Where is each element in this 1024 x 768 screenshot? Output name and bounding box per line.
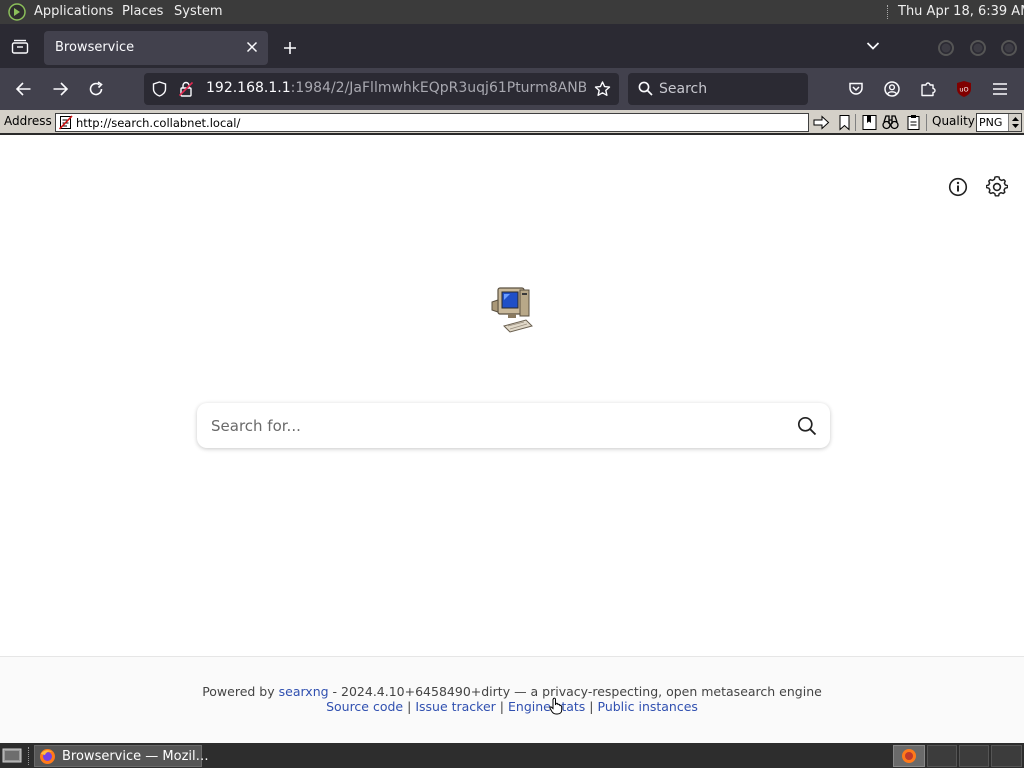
account-icon[interactable] bbox=[884, 81, 900, 97]
find-binoculars-icon[interactable] bbox=[881, 113, 900, 132]
searxng-link[interactable]: searxng bbox=[279, 684, 329, 699]
reload-icon[interactable] bbox=[88, 81, 104, 97]
issue-tracker-link[interactable]: Issue tracker bbox=[415, 699, 496, 714]
tab-list-icon[interactable] bbox=[11, 39, 29, 55]
tab-title: Browservice bbox=[55, 40, 135, 55]
quality-selector[interactable]: PNG bbox=[976, 113, 1022, 132]
bookmark-star-icon[interactable] bbox=[594, 81, 611, 97]
searxng-computer-logo bbox=[490, 284, 534, 336]
clipboard-icon[interactable] bbox=[904, 113, 923, 132]
url-bar[interactable]: 192.168.1.1:1984/2/JaFllmwhkEQpR3uqj61Pt… bbox=[144, 73, 619, 105]
toolbar-separator bbox=[855, 114, 856, 131]
info-icon[interactable] bbox=[948, 177, 968, 197]
menu-places[interactable]: Places bbox=[122, 4, 163, 19]
version-text: - 2024.4.10+6458490+dirty — a privacy-re… bbox=[332, 684, 822, 699]
address-label: Address bbox=[4, 114, 52, 128]
public-instances-link[interactable]: Public instances bbox=[598, 699, 698, 714]
panel-separator bbox=[887, 5, 891, 19]
maximize-window-icon[interactable] bbox=[969, 39, 987, 57]
clock[interactable]: Thu Apr 18, 6:39 AM bbox=[898, 4, 1024, 19]
ublock-label: uO bbox=[959, 86, 968, 94]
quality-label: Quality bbox=[932, 114, 975, 128]
quality-value: PNG bbox=[979, 116, 1003, 129]
page-footer: Powered by searxng - 2024.4.10+6458490+d… bbox=[0, 656, 1024, 743]
pocket-icon[interactable] bbox=[848, 81, 864, 97]
powered-by-text: Powered by bbox=[202, 684, 275, 699]
footer-separator: | bbox=[499, 699, 505, 714]
engine-stats-link[interactable]: Engine stats bbox=[508, 699, 585, 714]
footer-separator: | bbox=[407, 699, 412, 714]
menu-applications[interactable]: Applications bbox=[34, 4, 113, 19]
browservice-address-field[interactable]: http://search.collabnet.local/ bbox=[55, 113, 809, 132]
ublock-origin-icon[interactable]: uO bbox=[956, 80, 972, 98]
firefox-icon bbox=[39, 748, 56, 765]
footer-separator: | bbox=[589, 699, 594, 714]
workspace-2[interactable] bbox=[927, 745, 957, 767]
insecure-page-icon bbox=[59, 115, 73, 130]
taskbar-window-firefox[interactable]: Browservice — Mozil… bbox=[34, 745, 209, 767]
preferences-gear-icon[interactable] bbox=[986, 176, 1008, 198]
bookmark-icon[interactable] bbox=[835, 113, 854, 132]
search-bar bbox=[197, 403, 830, 448]
close-window-icon[interactable] bbox=[1000, 39, 1018, 57]
tab-browservice[interactable]: Browservice bbox=[44, 31, 268, 65]
hand-pointer-cursor-icon bbox=[549, 697, 563, 715]
show-desktop-icon[interactable] bbox=[2, 747, 22, 764]
app-menu-hamburger-icon[interactable] bbox=[992, 82, 1008, 96]
list-all-tabs-icon[interactable] bbox=[866, 41, 880, 51]
insecure-connection-lock-icon[interactable] bbox=[179, 81, 193, 97]
search-icon bbox=[638, 81, 653, 96]
new-tab-icon[interactable] bbox=[283, 41, 297, 55]
url-host: 192.168.1.1 bbox=[206, 80, 291, 96]
address-text: http://search.collabnet.local/ bbox=[76, 116, 241, 130]
menu-system[interactable]: System bbox=[174, 4, 222, 19]
distro-logo-icon[interactable] bbox=[8, 3, 26, 21]
search-box-placeholder: Search bbox=[659, 81, 708, 97]
url-text[interactable]: 192.168.1.1:1984/2/JaFllmwhkEQpR3uqj61Pt… bbox=[206, 80, 586, 96]
tracking-protection-shield-icon[interactable] bbox=[152, 81, 167, 97]
footer-links-line: Source code | Issue tracker | Engine sta… bbox=[0, 699, 1024, 714]
search-submit-icon[interactable] bbox=[797, 416, 817, 436]
top-panel: Applications Places System Thu Apr 18, 6… bbox=[0, 0, 1024, 24]
footer-powered-line: Powered by searxng - 2024.4.10+6458490+d… bbox=[0, 684, 1024, 699]
url-path: :1984/2/JaFllmwhkEQpR3uqj61Pturm8ANBQLpq… bbox=[290, 80, 586, 96]
bookmarks-list-icon[interactable] bbox=[860, 113, 879, 132]
workspace-3[interactable] bbox=[959, 745, 989, 767]
minimize-window-icon[interactable] bbox=[937, 39, 955, 57]
forward-icon[interactable] bbox=[52, 81, 69, 97]
taskbar-window-title: Browservice — Mozil… bbox=[62, 749, 209, 764]
search-input[interactable] bbox=[197, 403, 777, 448]
firefox-search-box[interactable]: Search bbox=[628, 73, 808, 105]
workspace-switcher-firefox-icon[interactable] bbox=[893, 745, 925, 767]
taskbar-separator bbox=[28, 747, 30, 765]
quality-spinner-icon[interactable] bbox=[1008, 114, 1021, 131]
go-arrow-icon[interactable] bbox=[812, 113, 831, 132]
close-tab-icon[interactable] bbox=[246, 41, 258, 53]
workspace-4[interactable] bbox=[991, 745, 1022, 767]
back-icon[interactable] bbox=[15, 81, 32, 97]
toolbar-separator bbox=[926, 114, 927, 131]
source-code-link[interactable]: Source code bbox=[326, 699, 403, 714]
extensions-puzzle-icon[interactable] bbox=[920, 80, 937, 97]
